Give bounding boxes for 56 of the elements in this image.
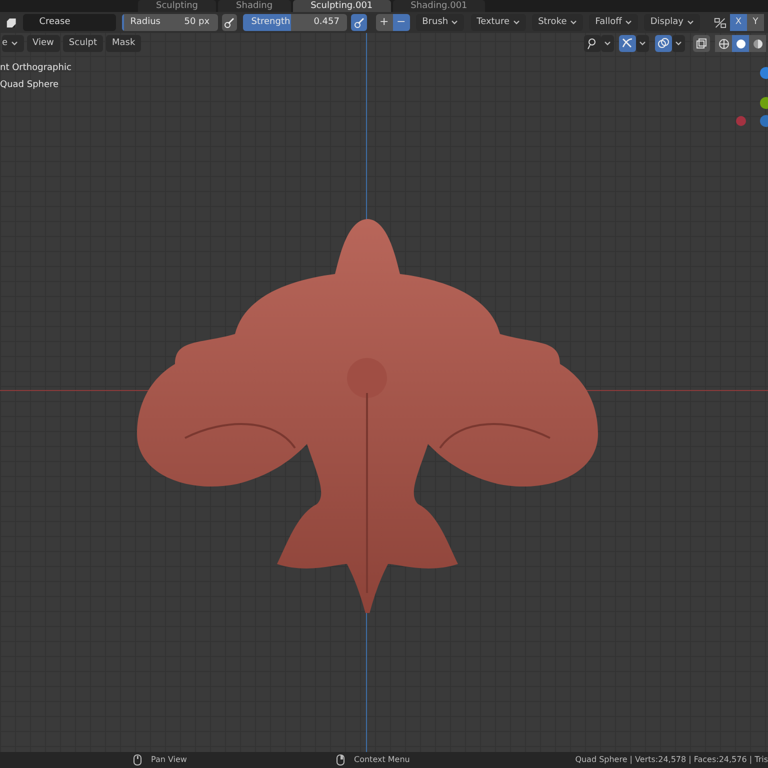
brush-icon[interactable]: [6, 16, 17, 28]
shading-button[interactable]: [732, 35, 749, 52]
direction-toggle[interactable]: +: [376, 14, 393, 31]
mirror-icon[interactable]: [714, 16, 726, 28]
status-hint: Pan View: [151, 754, 187, 766]
menu-dropdown[interactable]: Stroke: [532, 14, 583, 31]
caret-icon: [451, 20, 458, 25]
menu-dropdown[interactable]: Falloff: [589, 14, 638, 31]
caret-icon: [570, 20, 577, 25]
half-shaded-sphere-icon: [752, 38, 764, 50]
menu-button[interactable]: Mask: [106, 35, 142, 52]
mode-dropdown[interactable]: e: [2, 35, 24, 52]
caret-icon: [624, 20, 632, 25]
workspace-tab[interactable]: Shading: [218, 0, 291, 12]
caret-icon: [639, 41, 646, 46]
dropdown-button[interactable]: [636, 35, 649, 52]
brush-name-field[interactable]: Crease: [23, 14, 116, 31]
axis-toggle[interactable]: X: [730, 14, 747, 31]
menu-dropdown[interactable]: Display: [644, 14, 700, 31]
mouse-icon: [336, 754, 345, 766]
caret-icon: [512, 20, 520, 25]
toggle-button[interactable]: [619, 35, 636, 52]
slider[interactable]: Strength 0.457: [243, 14, 348, 31]
scene-stats: Quad Sphere | Verts:24,578 | Faces:24,576 | Tris: [575, 754, 768, 766]
caret-icon: [10, 41, 18, 46]
wireframe-sphere-icon: [718, 38, 730, 50]
shading-button[interactable]: [715, 35, 732, 52]
axis-toggle[interactable]: Y: [746, 14, 764, 31]
solid-sphere-icon: [734, 38, 746, 50]
caret-icon: [674, 41, 682, 46]
caret-icon: [604, 41, 610, 46]
toggle-button[interactable]: [654, 35, 672, 52]
workspace-tab[interactable]: Shading.001: [392, 0, 486, 12]
status-hint: Context Menu: [354, 754, 410, 766]
menu-dropdown[interactable]: Texture: [470, 14, 526, 31]
shading-button[interactable]: [749, 35, 766, 52]
viewport-info-text: nt Orthographic: [0, 62, 72, 75]
pressure-button[interactable]: [222, 14, 237, 31]
slider[interactable]: Radius 50 px: [122, 14, 218, 31]
direction-toggle[interactable]: −: [392, 14, 410, 31]
overlapping-squares-icon: [696, 38, 706, 49]
caret-icon: [686, 20, 694, 25]
dropdown-button[interactable]: [672, 35, 684, 52]
xray-button[interactable]: [692, 35, 710, 52]
menu-button[interactable]: Sculpt: [62, 35, 104, 52]
toggle-button[interactable]: [584, 35, 600, 52]
workspace-tab[interactable]: Sculpting: [138, 0, 216, 12]
mouse-icon: [133, 754, 142, 766]
menu-button[interactable]: View: [26, 35, 60, 52]
menu-dropdown[interactable]: Brush: [416, 14, 464, 31]
pressure-button[interactable]: [351, 14, 367, 31]
gizmo-icon: [621, 37, 634, 50]
dropdown-button[interactable]: [600, 35, 614, 52]
viewport-info-text: Quad Sphere: [0, 79, 60, 92]
workspace-tab[interactable]: Sculpting.001: [292, 0, 391, 12]
overlay-icon: [656, 37, 670, 50]
